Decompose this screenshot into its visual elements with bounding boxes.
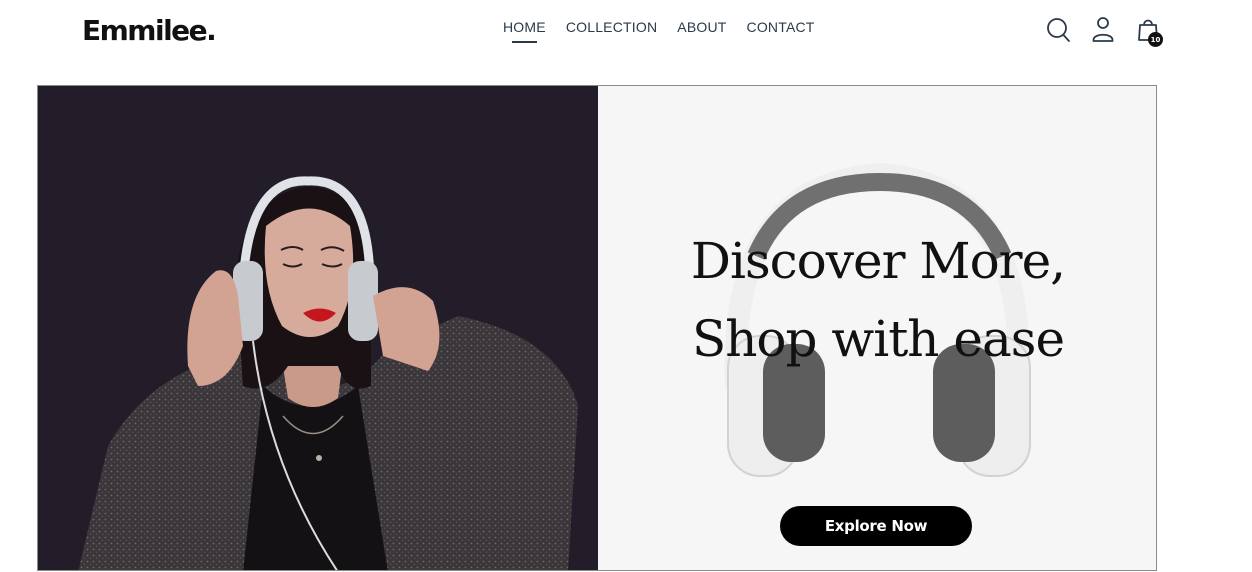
nav-home[interactable]: HOME <box>503 19 546 43</box>
nav-about[interactable]: ABOUT <box>677 19 726 35</box>
brand-logo[interactable]: Emmilee. <box>82 14 217 47</box>
site-header: Emmilee. HOME COLLECTION ABOUT CONTACT 1… <box>0 0 1252 70</box>
nav-collection[interactable]: COLLECTION <box>566 19 657 35</box>
hero-content: Discover More, Shop with ease Explore No… <box>598 86 1156 570</box>
woman-with-headphones-photo <box>38 86 598 570</box>
hero-headline-line1: Discover More, <box>690 232 1066 290</box>
user-icon[interactable] <box>1091 16 1115 44</box>
hero-headline: Discover More, Shop with ease <box>598 222 1156 378</box>
hero-photo-woman-headphones <box>38 86 598 570</box>
cart-count-badge: 10 <box>1148 32 1163 47</box>
shopping-bag-icon[interactable]: 10 <box>1136 16 1163 47</box>
nav-contact[interactable]: CONTACT <box>747 19 815 35</box>
explore-now-button[interactable]: Explore Now <box>780 506 972 546</box>
main-nav: HOME COLLECTION ABOUT CONTACT <box>503 19 835 43</box>
hero-headline-line2: Shop with ease <box>691 310 1065 368</box>
hero-banner: Discover More, Shop with ease Explore No… <box>37 85 1157 571</box>
header-icons: 10 <box>1046 16 1163 47</box>
search-icon[interactable] <box>1046 16 1070 44</box>
